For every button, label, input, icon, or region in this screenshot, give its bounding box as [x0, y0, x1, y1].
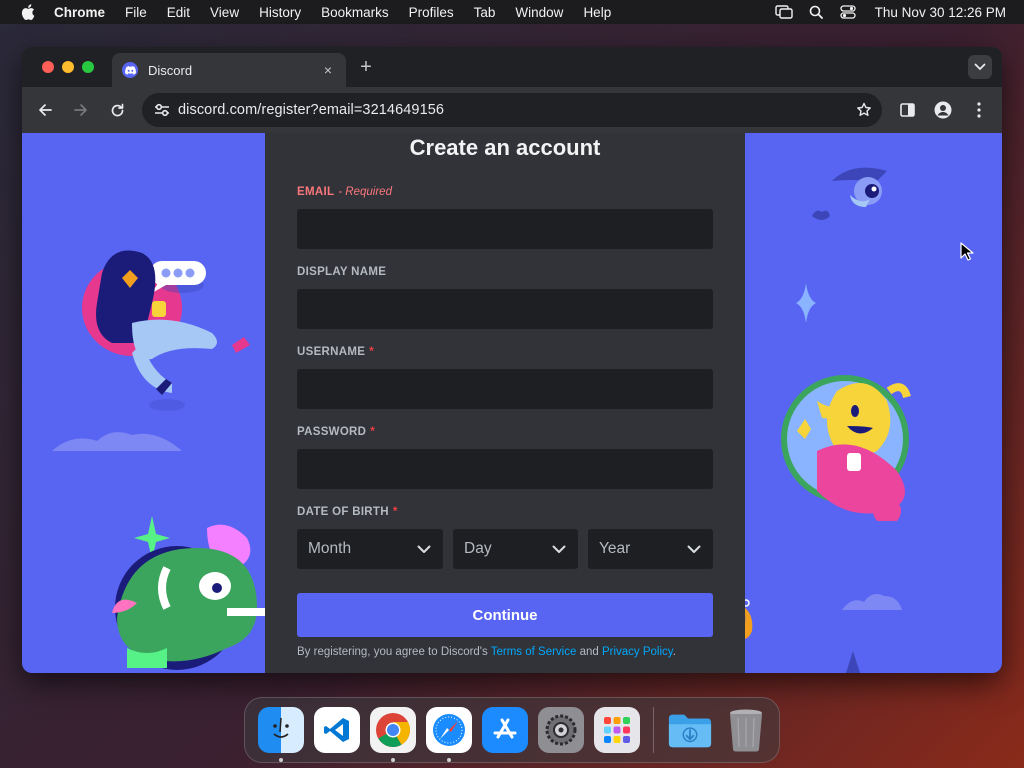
chrome-running-indicator	[391, 758, 395, 762]
menu-tab[interactable]: Tab	[474, 5, 496, 20]
year-select[interactable]: Year	[588, 529, 713, 569]
date-of-birth-label: DATE OF BIRTH *	[297, 505, 713, 519]
new-tab-button[interactable]: +	[356, 57, 376, 77]
menu-app-chrome[interactable]: Chrome	[54, 5, 105, 20]
day-select[interactable]: Day	[453, 529, 578, 569]
password-required-mark: *	[370, 426, 376, 438]
tab-discord[interactable]: Discord ×	[112, 53, 346, 87]
finder-icon[interactable]	[258, 707, 304, 762]
chrome-window: Discord × + discord.com/register?email=3…	[22, 47, 1002, 673]
character-illustration-left-bottom	[112, 516, 267, 670]
side-panel-icon[interactable]	[896, 99, 918, 121]
window-close-button[interactable]	[42, 61, 54, 73]
chevron-down-icon	[687, 545, 701, 553]
tab-strip: Discord × +	[22, 47, 1002, 87]
email-label: EMAIL - Required	[297, 185, 713, 199]
email-required-hint: - Required	[338, 186, 392, 198]
bookmark-star-icon[interactable]	[854, 100, 874, 120]
legal-notice: By registering, you agree to Discord's T…	[297, 646, 713, 658]
menu-profiles[interactable]: Profiles	[409, 5, 454, 20]
month-select-placeholder: Month	[308, 540, 352, 557]
safari-icon[interactable]	[426, 707, 472, 762]
username-label: USERNAME *	[297, 345, 713, 359]
forward-arrow-icon[interactable]	[70, 99, 92, 121]
reload-icon[interactable]	[106, 99, 128, 121]
creature-illustration-right-top	[812, 167, 887, 220]
character-illustration-left-top	[82, 250, 250, 411]
date-of-birth-selects: Month Day Year	[297, 529, 713, 569]
address-bar-url: discord.com/register?email=3214649156	[178, 102, 445, 118]
year-select-placeholder: Year	[599, 540, 631, 557]
character-illustration-right	[781, 375, 911, 521]
launchpad-icon[interactable]	[594, 707, 640, 753]
menu-history[interactable]: History	[259, 5, 301, 20]
site-info-icon[interactable]	[152, 100, 172, 120]
downloads-folder-icon[interactable]	[667, 707, 713, 753]
profile-avatar-icon[interactable]	[932, 99, 954, 121]
display-name-label-text: DISPLAY NAME	[297, 266, 387, 278]
vscode-icon[interactable]	[314, 707, 360, 753]
discord-favicon-icon	[122, 62, 138, 78]
display-name-label: DISPLAY NAME	[297, 265, 713, 279]
tab-search-button[interactable]	[968, 55, 992, 79]
spotlight-search-icon[interactable]	[807, 4, 825, 20]
date-of-birth-required-mark: *	[392, 506, 398, 518]
terms-of-service-link[interactable]: Terms of Service	[491, 646, 577, 658]
legal-suffix: .	[672, 646, 676, 658]
username-field[interactable]	[297, 369, 713, 409]
menu-bookmarks[interactable]: Bookmarks	[321, 5, 389, 20]
menu-window[interactable]: Window	[515, 5, 563, 20]
legal-and: and	[576, 646, 602, 658]
menu-edit[interactable]: Edit	[167, 5, 190, 20]
menu-help[interactable]: Help	[583, 5, 611, 20]
email-label-text: EMAIL	[297, 186, 335, 198]
page-title: Create an account	[409, 135, 601, 160]
macos-dock	[244, 697, 780, 763]
dock-separator	[653, 707, 654, 753]
apple-logo-icon[interactable]	[18, 2, 38, 22]
chevron-down-icon	[552, 545, 566, 553]
menubar-clock[interactable]: Thu Nov 30 12:26 PM	[875, 5, 1006, 20]
register-form-panel: Create an account EMAIL - Required DISPL…	[265, 133, 745, 673]
privacy-policy-link[interactable]: Privacy Policy	[602, 646, 673, 658]
legal-prefix: By registering, you agree to Discord's	[297, 646, 491, 658]
system-settings-icon[interactable]	[538, 707, 584, 753]
password-label-text: PASSWORD	[297, 426, 367, 438]
sparkle-icon	[796, 283, 816, 323]
menu-view[interactable]: View	[210, 5, 239, 20]
password-field[interactable]	[297, 449, 713, 489]
chrome-menu-icon[interactable]	[968, 99, 990, 121]
safari-running-indicator	[447, 758, 451, 762]
tab-close-icon[interactable]: ×	[320, 62, 336, 78]
finder-running-indicator	[279, 758, 283, 762]
password-label: PASSWORD *	[297, 425, 713, 439]
macos-menu-bar: Chrome File Edit View History Bookmarks …	[0, 0, 1024, 24]
username-required-mark: *	[369, 346, 374, 358]
app-store-icon[interactable]	[482, 707, 528, 753]
username-label-text: USERNAME	[297, 346, 366, 358]
back-arrow-icon[interactable]	[34, 99, 56, 121]
chevron-down-icon	[417, 545, 431, 553]
control-center-icon[interactable]	[839, 4, 857, 20]
date-of-birth-label-text: DATE OF BIRTH	[297, 506, 389, 518]
display-name-field[interactable]	[297, 289, 713, 329]
spire-illustration	[846, 651, 860, 673]
menu-file[interactable]: File	[125, 5, 147, 20]
screen-mirroring-icon[interactable]	[774, 4, 793, 20]
cloud-illustration-right	[842, 594, 902, 610]
trash-icon[interactable]	[723, 707, 769, 753]
window-minimize-button[interactable]	[62, 61, 74, 73]
window-zoom-button[interactable]	[82, 61, 94, 73]
day-select-placeholder: Day	[464, 540, 492, 557]
chrome-icon[interactable]	[370, 707, 416, 762]
address-bar[interactable]: discord.com/register?email=3214649156	[142, 93, 882, 127]
mouse-cursor-icon	[960, 242, 974, 261]
cloud-illustration-left	[52, 432, 182, 451]
browser-toolbar: discord.com/register?email=3214649156	[22, 87, 1002, 133]
tab-title: Discord	[148, 62, 193, 78]
continue-button[interactable]: Continue	[297, 593, 713, 637]
page-viewport: Create an account EMAIL - Required DISPL…	[22, 133, 1002, 673]
email-field[interactable]	[297, 209, 713, 249]
month-select[interactable]: Month	[297, 529, 443, 569]
